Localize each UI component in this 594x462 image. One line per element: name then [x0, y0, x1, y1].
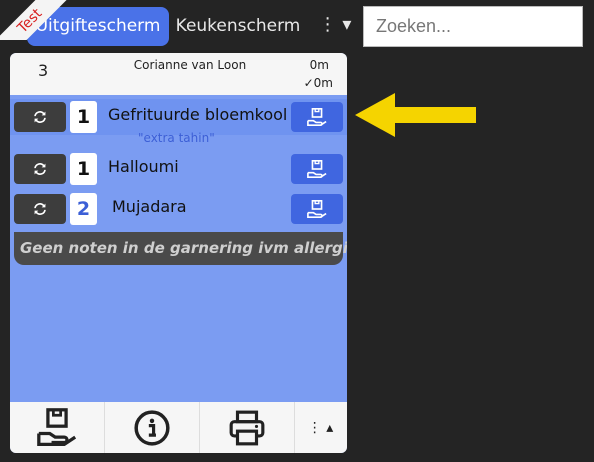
order-item-row: 2 Mujadara — [10, 191, 347, 227]
item-note: "extra tahin" — [138, 131, 215, 145]
hand-box-icon — [37, 407, 77, 446]
order-card: 3 Corianne van Loon 0m ✓0m 1 Gefrituurde… — [10, 53, 347, 453]
confirmed-time: ✓0m — [303, 76, 333, 90]
hand-box-icon — [307, 108, 327, 126]
tab-uitgiftescherm[interactable]: Uitgiftescherm — [27, 7, 169, 46]
footer-more-button[interactable]: ⋮ ▴ — [295, 402, 346, 453]
sync-button[interactable] — [14, 154, 66, 184]
item-name: Halloumi — [108, 157, 179, 176]
serve-button[interactable] — [291, 102, 343, 132]
info-icon — [134, 409, 170, 446]
search-input[interactable] — [363, 6, 583, 47]
printer-icon — [229, 410, 265, 445]
serve-button[interactable] — [291, 194, 343, 224]
sync-icon — [34, 163, 46, 175]
order-note: Geen noten in de garnering ivm allergie — [14, 232, 347, 265]
order-number: 3 — [38, 61, 49, 80]
top-bar: Uitgiftescherm Keukenscherm ⋮ ▾ Test — [0, 0, 594, 52]
item-quantity: 1 — [70, 153, 97, 185]
serve-all-button[interactable] — [10, 402, 105, 453]
order-item-row: 1 Halloumi — [10, 151, 347, 187]
info-button[interactable] — [105, 402, 200, 453]
customer-name: Corianne van Loon — [133, 58, 247, 72]
sync-button[interactable] — [14, 194, 66, 224]
sync-icon — [34, 203, 46, 215]
tab-keukenscherm[interactable]: Keukenscherm — [174, 7, 302, 46]
print-button[interactable] — [200, 402, 295, 453]
item-quantity: 2 — [70, 193, 97, 225]
item-quantity: 1 — [70, 101, 97, 133]
sync-button[interactable] — [14, 102, 66, 132]
card-footer: ⋮ ▴ — [10, 402, 347, 453]
nav-more-button[interactable]: ⋮ ▾ — [313, 10, 357, 40]
order-header: 3 Corianne van Loon 0m ✓0m — [10, 53, 347, 95]
hand-box-icon — [307, 200, 327, 218]
elapsed-time: 0m — [309, 58, 329, 72]
serve-button[interactable] — [291, 154, 343, 184]
item-name: Gefrituurde bloemkool — [108, 105, 288, 124]
item-name: Mujadara — [112, 197, 187, 216]
sync-icon — [34, 111, 46, 123]
arrow-icon — [355, 93, 476, 137]
hand-box-icon — [307, 160, 327, 178]
order-item-row: 1 Gefrituurde bloemkool — [10, 99, 347, 135]
